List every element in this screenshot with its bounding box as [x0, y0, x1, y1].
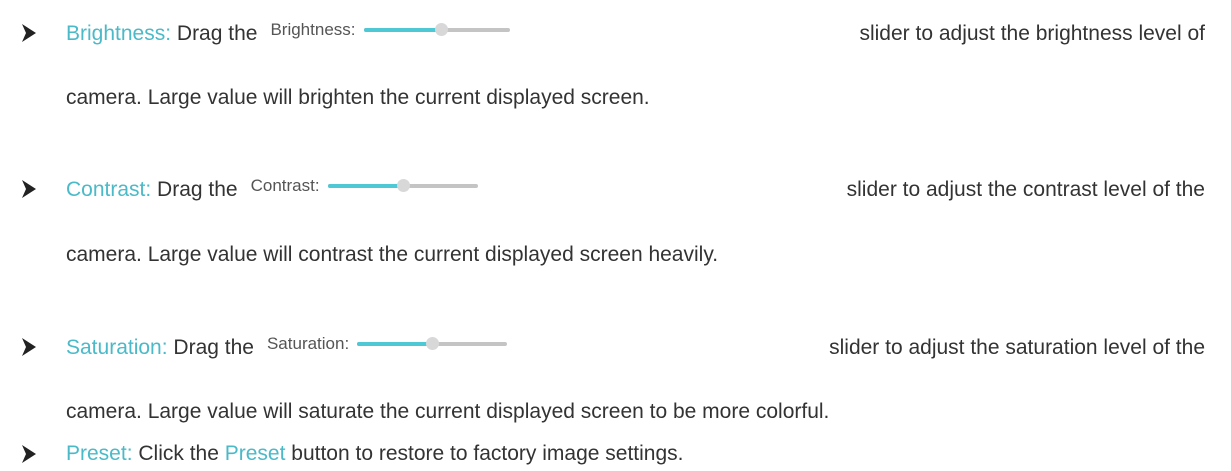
contrast-slider-widget: Contrast: — [251, 173, 478, 199]
item-line-1: Brightness: Drag the Brightness: slider … — [66, 20, 1205, 47]
term-label: Contrast: — [66, 178, 152, 201]
item-line-2: camera. Large value will saturate the cu… — [66, 400, 830, 423]
item-text: button to restore to factory image setti… — [285, 442, 684, 465]
item-line-1: Saturation: Drag the Saturation: slider … — [66, 334, 1205, 361]
slider-thumb[interactable] — [426, 337, 440, 350]
item-text: slider to adjust the brightness level of — [859, 22, 1205, 45]
term-label: Brightness: — [66, 22, 172, 45]
arrow-bullet-icon — [22, 180, 36, 198]
item-text: slider to adjust the contrast level of t… — [846, 178, 1205, 201]
slider-thumb[interactable] — [396, 179, 410, 192]
arrow-bullet-icon — [22, 24, 36, 42]
item-text: Drag the — [151, 178, 238, 201]
term-label: Saturation: — [66, 336, 168, 359]
brightness-slider[interactable] — [363, 23, 510, 36]
item-text: slider to adjust the saturation level of… — [829, 336, 1205, 359]
item-line-2: camera. Large value will contrast the cu… — [66, 243, 719, 266]
slider-label: Saturation: — [266, 334, 350, 353]
slider-fill — [363, 28, 441, 32]
item-line-1: Preset: Click the Preset button to resto… — [66, 441, 1205, 467]
contrast-slider[interactable] — [327, 179, 478, 192]
slider-fill — [357, 342, 433, 346]
term-label: Preset: — [66, 442, 133, 465]
preset-button-reference: Preset — [224, 442, 286, 465]
item-text: Click the — [132, 442, 225, 465]
brightness-slider-widget: Brightness: — [270, 17, 510, 43]
arrow-bullet-icon — [22, 338, 36, 356]
item-text: Drag the — [167, 336, 254, 359]
item-line-1: Contrast: Drag the Contrast: slider to a… — [66, 176, 1205, 203]
saturation-slider[interactable] — [357, 337, 508, 350]
slider-fill — [327, 184, 403, 188]
arrow-bullet-icon — [22, 445, 36, 463]
slider-thumb[interactable] — [434, 23, 448, 36]
item-line-2: camera. Large value will brighten the cu… — [66, 86, 650, 109]
item-text: Drag the — [171, 22, 258, 45]
saturation-slider-widget: Saturation: — [266, 331, 508, 357]
slider-label: Contrast: — [250, 176, 320, 195]
slider-label: Brightness: — [270, 20, 356, 39]
